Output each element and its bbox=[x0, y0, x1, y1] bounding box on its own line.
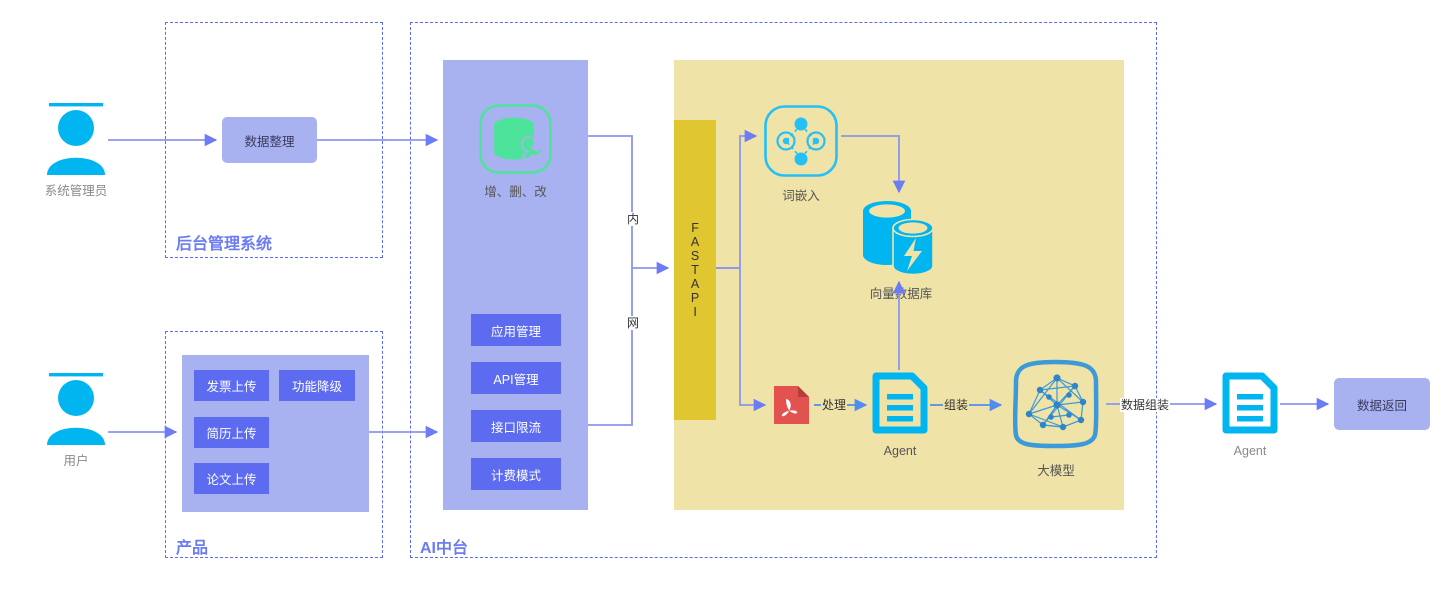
connector-layer bbox=[108, 129, 1330, 439]
edge-label-intranet-2: 网 bbox=[625, 316, 641, 330]
edge-label-process: 处理 bbox=[821, 398, 848, 412]
edge-label-assemble: 组装 bbox=[943, 398, 970, 412]
diagram-canvas: 后台管理系统 产品 AI中台 增、删、改 应用管理 API管理 接口限流 计费模… bbox=[0, 0, 1455, 590]
edge-label-data-assembly: 数据组装 bbox=[1120, 398, 1171, 412]
edge-label-intranet-1: 内 bbox=[625, 212, 641, 226]
